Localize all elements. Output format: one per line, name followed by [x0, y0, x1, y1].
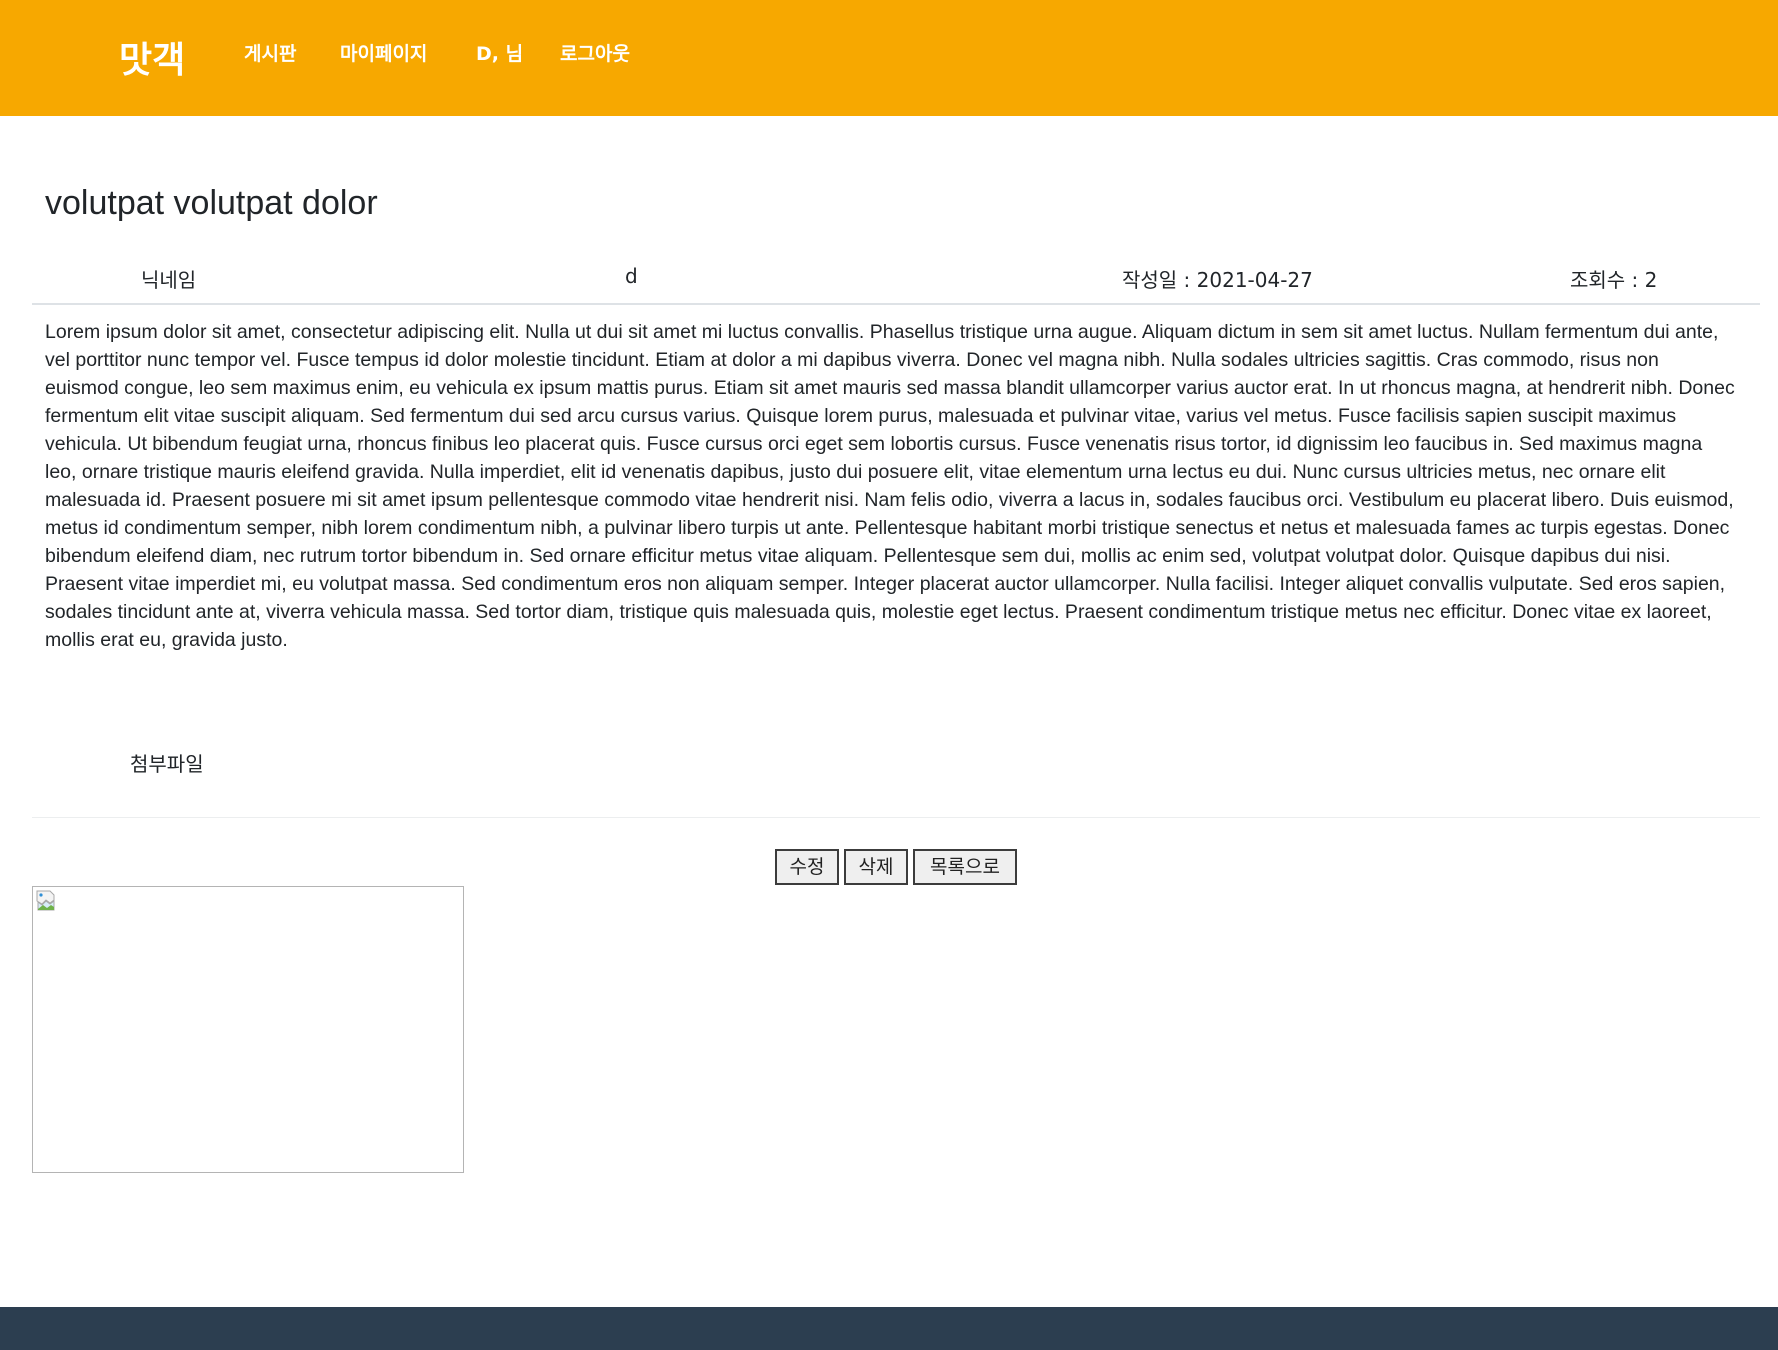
delete-button[interactable]: 삭제: [844, 849, 908, 885]
content-divider: [32, 817, 1760, 818]
nickname-value: d: [625, 264, 638, 288]
meta-divider: [32, 303, 1760, 305]
broken-image-icon: [36, 890, 55, 911]
nickname-label: 닉네임: [141, 268, 197, 292]
post-content: Lorem ipsum dolor sit amet, consectetur …: [45, 321, 1735, 651]
top-navbar: 맛객 게시판 마이페이지 D, 님 로그아웃: [0, 0, 1778, 116]
nav-user-name[interactable]: D, 님: [476, 39, 523, 66]
page-footer: [0, 1307, 1778, 1350]
back-to-list-button[interactable]: 목록으로: [913, 849, 1017, 885]
attachment-label: 첨부파일: [130, 752, 204, 776]
edit-button[interactable]: 수정: [775, 849, 839, 885]
attached-image: [32, 886, 464, 1173]
nav-mypage-link[interactable]: 마이페이지: [340, 39, 427, 66]
post-date: 작성일 : 2021-04-27: [1122, 268, 1313, 292]
brand-logo[interactable]: 맛객: [119, 31, 185, 83]
view-count: 조회수 : 2: [1570, 268, 1658, 292]
nav-logout-link[interactable]: 로그아웃: [560, 39, 630, 66]
nav-board-link[interactable]: 게시판: [244, 39, 296, 66]
post-title: volutpat volutpat dolor: [45, 184, 378, 222]
